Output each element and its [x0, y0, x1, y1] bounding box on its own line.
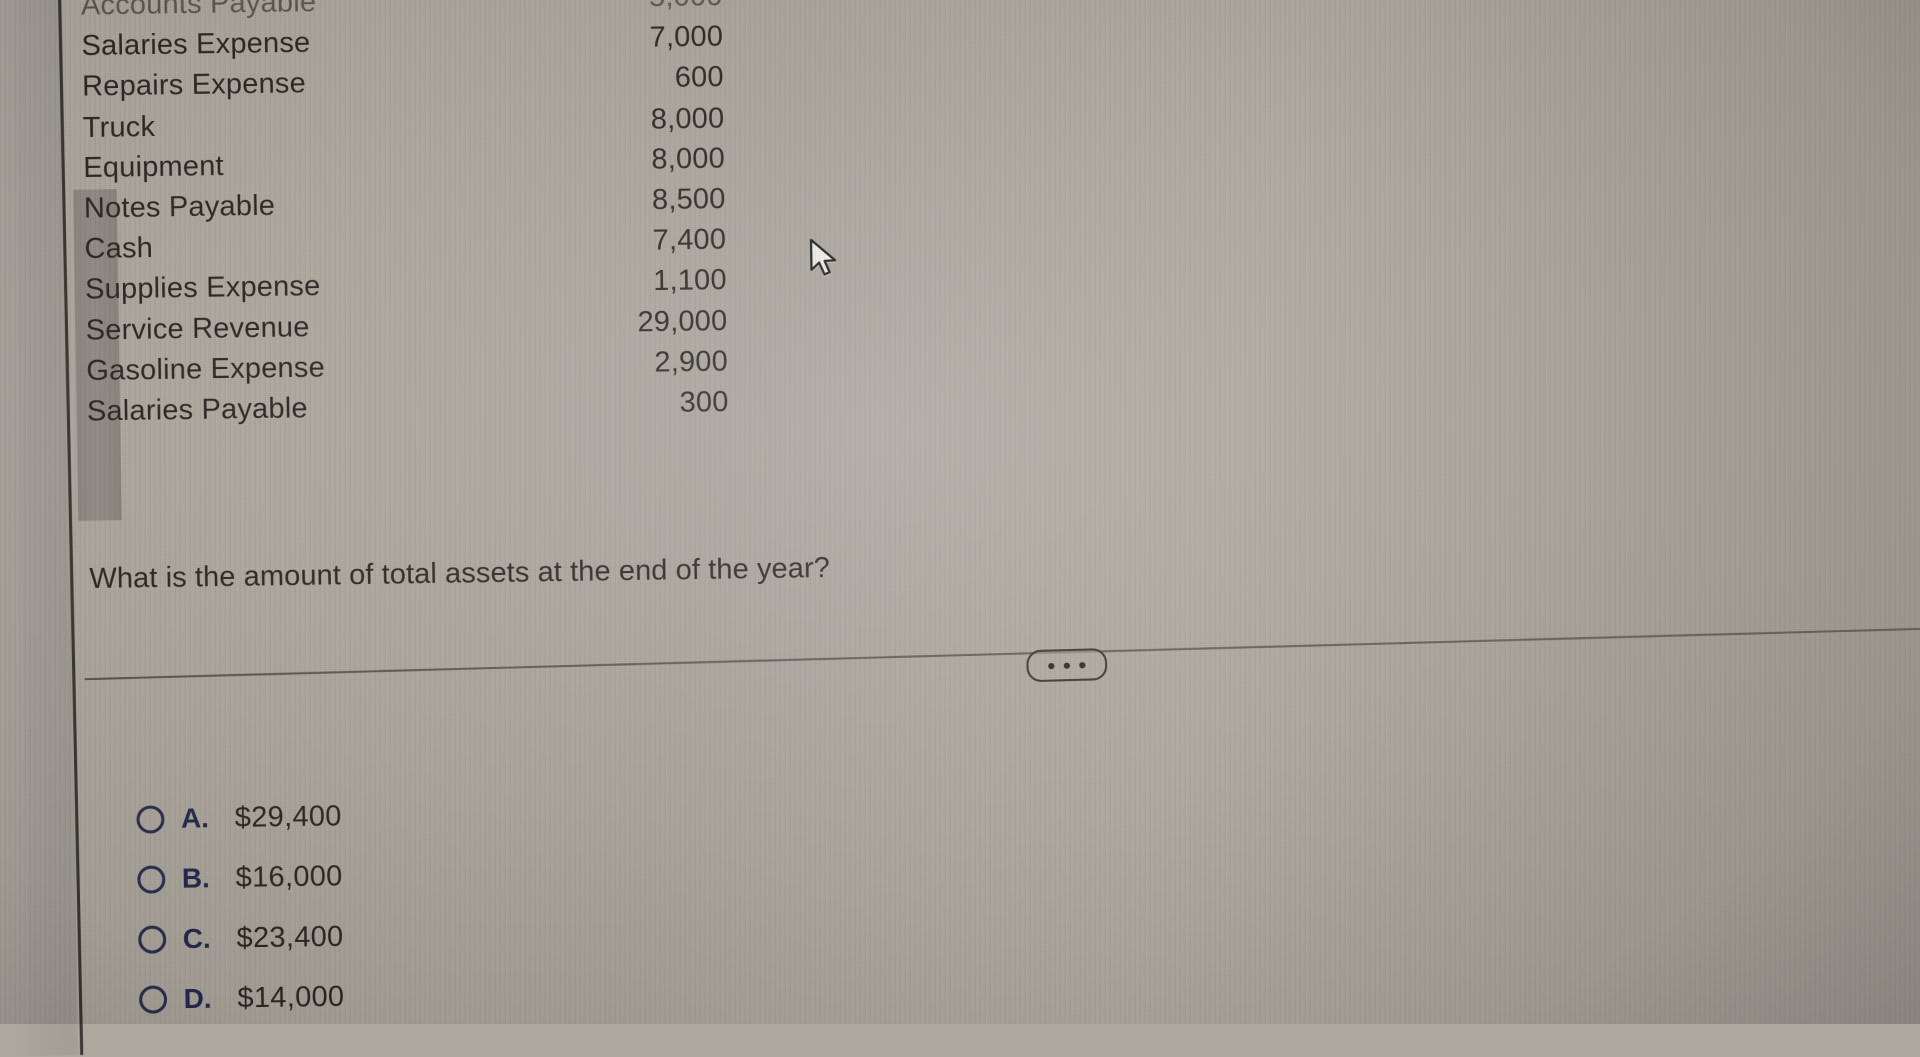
account-value: 8,500 [651, 182, 726, 216]
section-divider [0, 601, 1920, 713]
account-name: Accounts Payable [80, 0, 317, 21]
account-value: 600 [674, 60, 724, 94]
option-text: $14,000 [237, 979, 345, 1014]
answer-option[interactable]: D. $14,000 [138, 966, 345, 1029]
account-name: Truck [82, 109, 156, 143]
mouse-cursor [809, 238, 841, 280]
question-content-pane: Accounts Payable 5,000 Salaries Expense 7,0… [0, 0, 1920, 1057]
account-name: Supplies Expense [84, 269, 321, 305]
option-text: $23,400 [236, 919, 344, 954]
radio-button-icon[interactable] [137, 864, 166, 894]
account-value: 7,400 [652, 222, 727, 256]
option-letter: A. [180, 802, 210, 834]
account-value: 300 [679, 384, 729, 418]
option-letter: B. [181, 862, 211, 894]
option-text: $29,400 [234, 799, 342, 834]
option-letter: C. [182, 922, 211, 954]
answer-option[interactable]: A. $29,400 [136, 786, 342, 849]
account-value: 8,000 [651, 141, 726, 175]
account-name: Equipment [83, 148, 224, 184]
account-name: Salaries Payable [86, 391, 308, 427]
answer-option[interactable]: B. $16,000 [137, 846, 343, 909]
account-name: Salaries Expense [81, 26, 311, 62]
account-name: Repairs Expense [81, 66, 307, 103]
account-value: 7,000 [649, 19, 724, 54]
dot-icon [1063, 661, 1071, 669]
more-options-button[interactable] [1026, 648, 1108, 683]
account-value: 29,000 [637, 303, 728, 338]
radio-button-icon[interactable] [136, 804, 165, 834]
question-prompt: What is the amount of total assets at th… [89, 551, 831, 595]
account-value: 8,000 [650, 101, 725, 135]
account-value: 5,000 [649, 0, 723, 14]
option-text: $16,000 [235, 859, 343, 894]
account-balances-list: Accounts Payable 5,000 Salaries Expense 7,0… [81, 0, 729, 435]
account-value: 2,900 [654, 344, 729, 378]
screen-photo-background: Accounts Payable 5,000 Salaries Expense 7,0… [0, 0, 1920, 1057]
answer-option[interactable]: C. $23,400 [138, 906, 344, 969]
radio-button-icon[interactable] [138, 984, 168, 1014]
option-letter: D. [183, 982, 212, 1014]
account-value: 1,100 [652, 263, 727, 297]
tilted-page-surface: Accounts Payable 5,000 Salaries Expense 7,0… [0, 0, 1920, 1057]
account-name: Gasoline Expense [86, 350, 326, 386]
dot-icon [1048, 662, 1055, 669]
divider-line [84, 626, 1920, 681]
account-name: Service Revenue [85, 309, 310, 346]
dot-icon [1079, 661, 1086, 668]
account-name: Cash [84, 231, 154, 265]
account-row: Salaries Payable 300 [87, 385, 729, 435]
answer-options-group: A. $29,400 B. $16,000 C. $23,400 D. $14,000 [136, 786, 345, 1029]
radio-button-icon[interactable] [138, 924, 167, 954]
account-name: Notes Payable [83, 188, 276, 224]
